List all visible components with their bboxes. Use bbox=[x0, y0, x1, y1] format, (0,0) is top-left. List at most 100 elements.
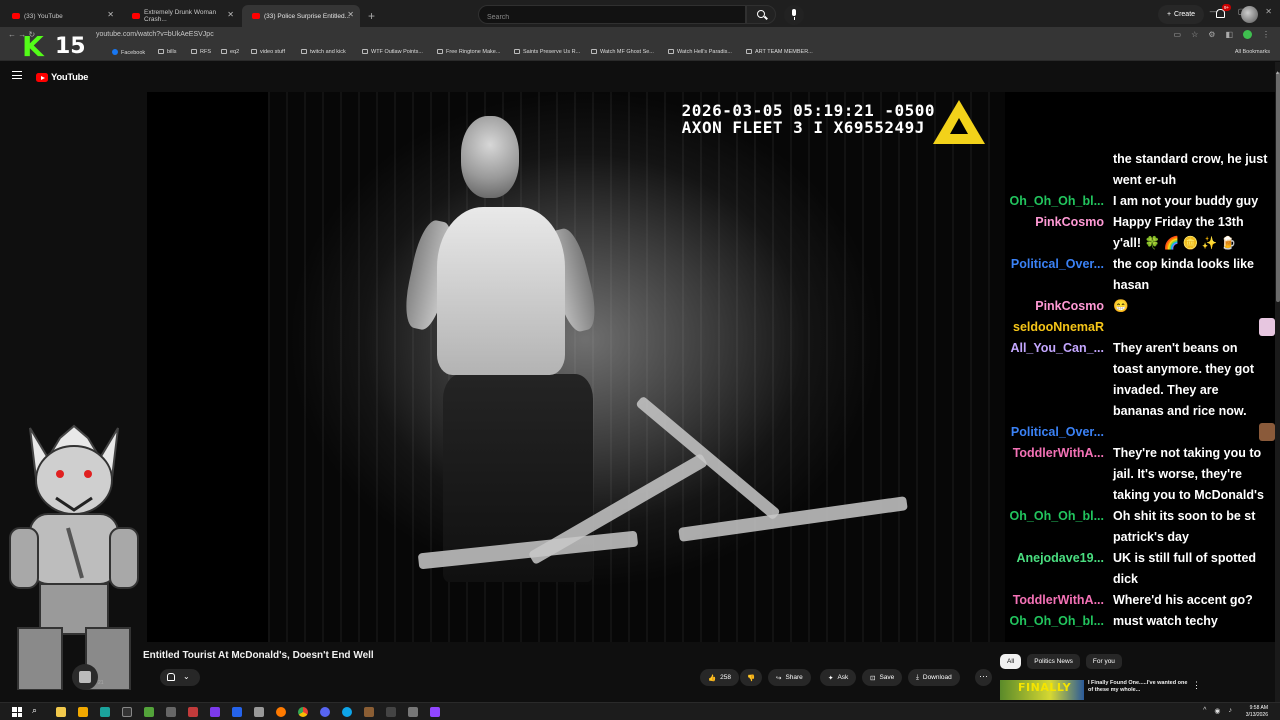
chat-username[interactable]: Political_Over... bbox=[1005, 254, 1109, 296]
subscription-bell-button[interactable]: ⌄ bbox=[160, 669, 200, 686]
video-player[interactable]: 2026-03-05 05:19:21 -0500 AXON FLEET 3 I… bbox=[147, 92, 1005, 642]
kebab-menu-icon[interactable]: ⋮ bbox=[1192, 680, 1201, 691]
chat-username[interactable]: PinkCosmo bbox=[1005, 212, 1109, 254]
bookmark-hells-paradise[interactable]: Watch Hell's Paradis... bbox=[668, 49, 732, 55]
recommended-title[interactable]: I Finally Found One.....I've wanted one … bbox=[1088, 680, 1188, 694]
ask-button[interactable]: ✦ Ask bbox=[820, 669, 857, 686]
bookmark-rfs[interactable]: RFS bbox=[191, 49, 211, 55]
volume-icon[interactable]: ♪ bbox=[1229, 707, 1233, 715]
share-button[interactable]: ↪ Share bbox=[768, 669, 811, 686]
app-icon-settings[interactable] bbox=[122, 707, 132, 717]
chat-username[interactable]: PinkCosmo bbox=[1005, 296, 1109, 317]
bookmark-free-ringtone[interactable]: Free Ringtone Make... bbox=[437, 49, 500, 55]
app-icon-purple[interactable] bbox=[210, 707, 220, 717]
chat-username[interactable] bbox=[1005, 149, 1109, 191]
bookmark-facebook[interactable]: Facebook bbox=[112, 49, 145, 56]
all-bookmarks[interactable]: All Bookmarks bbox=[1235, 49, 1270, 55]
app-icon-green[interactable] bbox=[144, 707, 154, 717]
hamburger-menu-icon[interactable] bbox=[12, 71, 22, 79]
url-field[interactable]: youtube.com/watch?v=bUkAeESVJpc bbox=[96, 31, 214, 38]
account-avatar[interactable] bbox=[1241, 6, 1258, 23]
voice-search-mic-icon[interactable] bbox=[784, 5, 804, 25]
chat-username[interactable]: All_You_Can_... bbox=[1005, 338, 1109, 422]
bookmark-saints-preserve[interactable]: Saints Preserve Us R... bbox=[514, 49, 580, 55]
dislike-button[interactable]: 👎 bbox=[740, 669, 763, 686]
file-explorer-icon[interactable] bbox=[56, 707, 66, 717]
create-button[interactable]: + Create bbox=[1158, 5, 1204, 24]
app-icon-red[interactable] bbox=[188, 707, 198, 717]
bookmark-wtf-outlaw[interactable]: WTF Outlaw Points... bbox=[362, 49, 423, 55]
search-button[interactable] bbox=[746, 5, 776, 24]
app-icon-gray[interactable] bbox=[166, 707, 176, 717]
close-icon[interactable]: ✕ bbox=[347, 10, 354, 19]
app-icon-brown[interactable] bbox=[364, 707, 374, 717]
windows-start-icon[interactable] bbox=[12, 707, 22, 717]
chip-politics-news[interactable]: Politics News bbox=[1027, 654, 1080, 669]
bookmark-video-stuff[interactable]: video stuff bbox=[251, 49, 285, 55]
discord-icon[interactable] bbox=[320, 707, 330, 717]
chat-username[interactable]: Anejodave19... bbox=[1005, 548, 1109, 590]
chat-message: ToddlerWithA... They're not taking you to… bbox=[1005, 443, 1275, 506]
taskbar-clock[interactable]: 9:58 AM 3/13/2026 bbox=[1246, 705, 1268, 719]
chat-text: the cop kinda looks like hasan bbox=[1113, 257, 1255, 292]
youtube-favicon-icon bbox=[252, 13, 260, 19]
chevron-down-icon: ⌄ bbox=[183, 672, 190, 681]
bookmark-eq2[interactable]: eq2 bbox=[221, 49, 239, 55]
chip-all[interactable]: All bbox=[1000, 654, 1022, 669]
app-icon-dark[interactable] bbox=[386, 707, 396, 717]
firefox-icon[interactable] bbox=[276, 707, 286, 717]
bookmark-twitch-kick[interactable]: twitch and kick bbox=[301, 49, 346, 55]
youtube-logo[interactable]: YouTube bbox=[36, 72, 88, 83]
close-window-icon[interactable]: ✕ bbox=[1265, 7, 1272, 16]
download-button[interactable]: ⤓ Download bbox=[908, 669, 960, 686]
bookmark-art-team[interactable]: ART TEAM MEMBER... bbox=[746, 49, 813, 55]
like-button[interactable]: 👍 258 bbox=[700, 669, 739, 686]
chat-message: Oh_Oh_Oh_bl... I am not your buddy guy bbox=[1005, 191, 1275, 212]
extensions-icon[interactable]: ⚙ bbox=[1208, 30, 1215, 41]
bookmark-bills[interactable]: bills bbox=[158, 49, 176, 55]
bookmark-mf-ghost[interactable]: Watch MF Ghost Se... bbox=[591, 49, 654, 55]
chat-username[interactable]: Political_Over... bbox=[1005, 422, 1109, 443]
edge-icon[interactable] bbox=[342, 707, 352, 717]
puzzle-icon[interactable]: ◧ bbox=[1225, 30, 1233, 41]
browser-tab-drunk-woman[interactable]: Extremely Drunk Woman Crash... ✕ bbox=[122, 5, 240, 27]
recommendation-chips: All Politics News For you bbox=[1000, 654, 1122, 669]
browser-tab-police-surprise[interactable]: (33) Police Surprise Entitled... ✕ bbox=[242, 5, 360, 27]
star-icon[interactable]: ☆ bbox=[1191, 30, 1198, 41]
profile-icon[interactable] bbox=[1243, 30, 1252, 41]
folder-icon[interactable] bbox=[78, 707, 88, 717]
browser-tab-youtube[interactable]: (33) YouTube ✕ bbox=[2, 5, 120, 27]
chat-username[interactable]: ToddlerWithA... bbox=[1005, 443, 1109, 506]
chip-for-you[interactable]: For you bbox=[1085, 654, 1122, 669]
chat-username[interactable]: Oh_Oh_Oh_bl... bbox=[1005, 611, 1109, 632]
search-input[interactable] bbox=[479, 9, 745, 26]
chat-username[interactable]: seldooNnemaR bbox=[1005, 317, 1109, 338]
recommended-thumbnail[interactable]: FINALLY bbox=[1000, 680, 1084, 700]
more-actions-icon[interactable]: ··· bbox=[975, 669, 992, 686]
save-button[interactable]: ⊡ Save bbox=[862, 669, 903, 686]
network-icon[interactable]: ◉ bbox=[1214, 707, 1220, 715]
chat-username[interactable]: Oh_Oh_Oh_bl... bbox=[1005, 506, 1109, 548]
app-icon-blue[interactable] bbox=[232, 707, 242, 717]
chevron-up-icon[interactable]: ^ bbox=[1203, 707, 1206, 715]
scroll-up-arrow-icon[interactable]: ▲ bbox=[1275, 70, 1280, 76]
app-icon-steam[interactable] bbox=[408, 707, 418, 717]
sparkle-icon: ✦ bbox=[828, 674, 834, 682]
app-icon-teal[interactable] bbox=[100, 707, 110, 717]
chat-username[interactable]: ToddlerWithA... bbox=[1005, 590, 1109, 611]
recommended-video-item[interactable]: FINALLY I Finally Found One.....I've wan… bbox=[1000, 680, 1270, 700]
close-icon[interactable]: ✕ bbox=[107, 10, 114, 19]
menu-dots-icon[interactable]: ⋮ bbox=[1262, 30, 1270, 41]
app-icon-twitch[interactable] bbox=[430, 707, 440, 717]
chat-username[interactable]: Oh_Oh_Oh_bl... bbox=[1005, 191, 1109, 212]
page-scrollbar[interactable] bbox=[1275, 62, 1280, 720]
search-icon[interactable]: ⌕ bbox=[32, 705, 37, 716]
channel-avatar[interactable] bbox=[72, 664, 98, 690]
chat-text: the standard crow, he just went er-uh bbox=[1113, 152, 1268, 187]
close-icon[interactable]: ✕ bbox=[227, 10, 234, 19]
cast-icon[interactable]: ▭ bbox=[1174, 30, 1182, 41]
tab-label: (33) YouTube bbox=[24, 12, 63, 20]
new-tab-button[interactable]: + bbox=[360, 9, 383, 27]
app-icon-light[interactable] bbox=[254, 707, 264, 717]
chrome-icon[interactable] bbox=[298, 707, 308, 717]
